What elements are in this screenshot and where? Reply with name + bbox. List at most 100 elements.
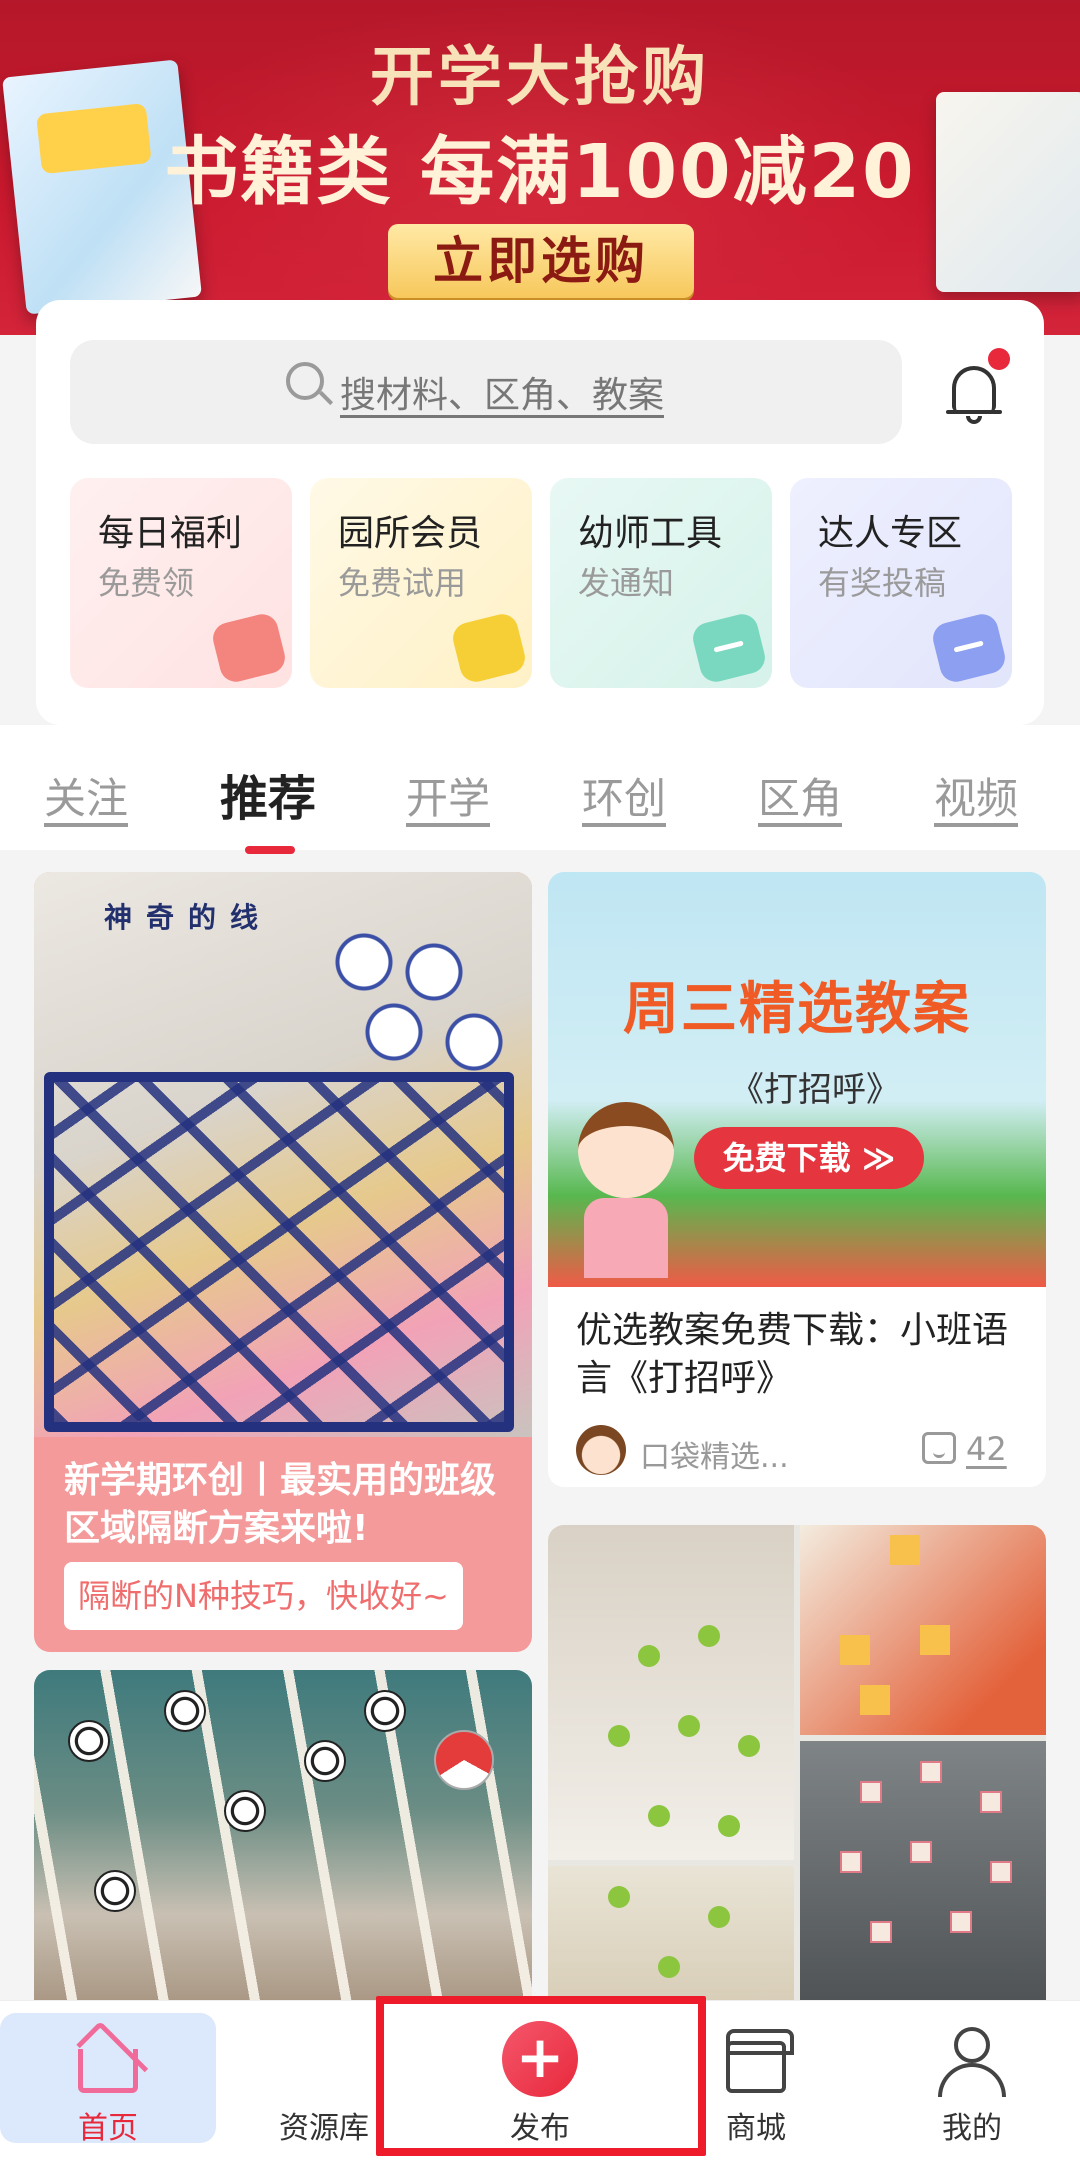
- soccer-ball-image: [304, 1740, 346, 1782]
- marshmallow: [920, 1761, 942, 1783]
- feed-card-structures[interactable]: [548, 1525, 1046, 2020]
- image-sign-text: 神奇的线: [104, 901, 273, 934]
- marshmallow: [870, 1921, 892, 1943]
- notification-bell-icon[interactable]: [944, 360, 1004, 428]
- photo-pea-structure: [548, 1525, 794, 1860]
- bell-base: [946, 410, 1002, 414]
- pea: [698, 1625, 720, 1647]
- card-tag: 隔断的N种技巧，快收好~: [64, 1562, 463, 1630]
- card-title: 优选教案免费下载：小班语言《打招呼》: [576, 1310, 1009, 1399]
- nav-label-home: 首页: [78, 2111, 138, 2146]
- search-icon: [286, 362, 324, 400]
- marshmallow: [950, 1911, 972, 1933]
- tool-icon: [689, 610, 769, 686]
- feed-card-partition[interactable]: 神奇的线 新学期环创丨最实用的班级区域隔断方案来啦! 隔断的N种技巧，快收好~: [34, 872, 532, 1652]
- tab-corners[interactable]: 区角: [758, 765, 842, 826]
- marshmallow: [910, 1841, 932, 1863]
- feed-card-football-sticks[interactable]: [34, 1670, 532, 2020]
- feature-title: 幼师工具: [578, 513, 723, 554]
- marshmallow: [860, 1781, 882, 1803]
- glyph-line: [953, 640, 984, 653]
- user-icon: [938, 2063, 1006, 2097]
- soccer-ball-image: [94, 1870, 136, 1912]
- feed-card-lesson-plan[interactable]: 周三精选教案 《打招呼》 免费下载 ≫ 优选教案免费下载：小班语言《打招呼》 口…: [548, 872, 1046, 1487]
- soccer-ball-image: [364, 1690, 406, 1732]
- bell-body: [952, 366, 996, 412]
- image-download-badge: 免费下载 ≫: [694, 1127, 924, 1189]
- pea: [608, 1886, 630, 1908]
- card-image-partition: 神奇的线: [34, 872, 532, 1437]
- tab-follow[interactable]: 关注: [44, 765, 128, 826]
- marshmallow: [840, 1851, 862, 1873]
- girl-body: [584, 1198, 668, 1278]
- feature-teacher-tools[interactable]: 幼师工具 发通知: [550, 478, 772, 688]
- feature-title: 达人专区: [818, 513, 963, 554]
- pea: [648, 1805, 670, 1827]
- tab-video[interactable]: 视频: [934, 765, 1018, 826]
- comment-count[interactable]: 42: [966, 1430, 1007, 1468]
- cube: [840, 1635, 870, 1665]
- feature-school-membership[interactable]: 园所会员 免费试用: [310, 478, 532, 688]
- tab-back-to-school[interactable]: 开学: [406, 765, 490, 826]
- feature-subtitle: 免费领: [98, 564, 195, 602]
- image-plates: [334, 932, 514, 1082]
- cube: [890, 1535, 920, 1565]
- promo-banner[interactable]: 开学大抢购 书籍类 每满100减20 立即选购: [0, 0, 1080, 335]
- search-placeholder: 搜材料、区角、教案: [340, 375, 665, 416]
- pea: [718, 1815, 740, 1837]
- pea: [638, 1645, 660, 1667]
- soccer-ball-image: [164, 1690, 206, 1732]
- category-tabs: 关注 推荐 开学 环创 区角 视频: [0, 725, 1080, 850]
- marshmallow: [990, 1861, 1012, 1883]
- marshmallow: [980, 1791, 1002, 1813]
- card-image-lesson-plan: 周三精选教案 《打招呼》 免费下载 ≫: [548, 872, 1046, 1287]
- shop-now-button[interactable]: 立即选购: [388, 224, 694, 298]
- app-screen: 开学大抢购 书籍类 每满100减20 立即选购 搜材料、区角、教案 每日福利 免…: [0, 0, 1080, 2160]
- crown-icon: [449, 610, 529, 686]
- active-tab-indicator: [245, 846, 295, 854]
- shop-icon: [726, 2029, 794, 2093]
- nav-profile[interactable]: 我的: [864, 2027, 1080, 2147]
- image-subheadline: 《打招呼》: [730, 1070, 900, 1110]
- image-blue-partition: [44, 1072, 514, 1432]
- feature-subtitle: 发通知: [578, 564, 675, 602]
- document-icon: [929, 610, 1009, 686]
- banner-offer: 书籍类 每满100减20: [164, 129, 916, 215]
- heart-icon: [209, 610, 289, 686]
- image-headline: 周三精选教案: [623, 977, 971, 1042]
- photo-cube-structure: [800, 1525, 1046, 1735]
- search-bar[interactable]: 搜材料、区角、教案: [70, 340, 902, 444]
- user-icon-head: [954, 2027, 990, 2063]
- author-avatar[interactable]: [576, 1425, 626, 1475]
- glyph-line: [713, 640, 744, 653]
- home-icon: [78, 2049, 138, 2093]
- feature-title: 园所会员: [338, 513, 483, 554]
- cube: [920, 1625, 950, 1655]
- author-name[interactable]: 口袋精选...: [640, 1432, 789, 1476]
- notification-badge: [988, 348, 1010, 370]
- feature-subtitle: 免费试用: [338, 564, 467, 602]
- nav-home[interactable]: 首页: [0, 2020, 216, 2147]
- feature-daily-welfare[interactable]: 每日福利 免费领: [70, 478, 292, 688]
- banner-headline: 开学大抢购: [370, 41, 710, 115]
- tab-recommended[interactable]: 推荐: [220, 759, 316, 829]
- photo-marshmallow-dome: [800, 1741, 1046, 2020]
- soccer-ball-image: [224, 1790, 266, 1832]
- cube: [860, 1685, 890, 1715]
- publish-highlight-box: [376, 1996, 706, 2156]
- pea: [658, 1956, 680, 1978]
- card-title: 新学期环创丨最实用的班级区域隔断方案来啦!: [64, 1460, 497, 1549]
- pea: [708, 1906, 730, 1928]
- image-sticks: [34, 1670, 532, 2020]
- pea: [678, 1715, 700, 1737]
- volleyball-image: [434, 1730, 494, 1790]
- feature-subtitle: 有奖投稿: [818, 564, 947, 602]
- girl-head: [578, 1102, 674, 1198]
- pea: [608, 1725, 630, 1747]
- comment-icon[interactable]: [922, 1432, 956, 1464]
- soccer-ball-image: [68, 1720, 110, 1762]
- tab-environment[interactable]: 环创: [582, 765, 666, 826]
- nav-label-profile: 我的: [942, 2111, 1002, 2146]
- feature-title: 每日福利: [98, 513, 243, 554]
- feature-expert-zone[interactable]: 达人专区 有奖投稿: [790, 478, 1012, 688]
